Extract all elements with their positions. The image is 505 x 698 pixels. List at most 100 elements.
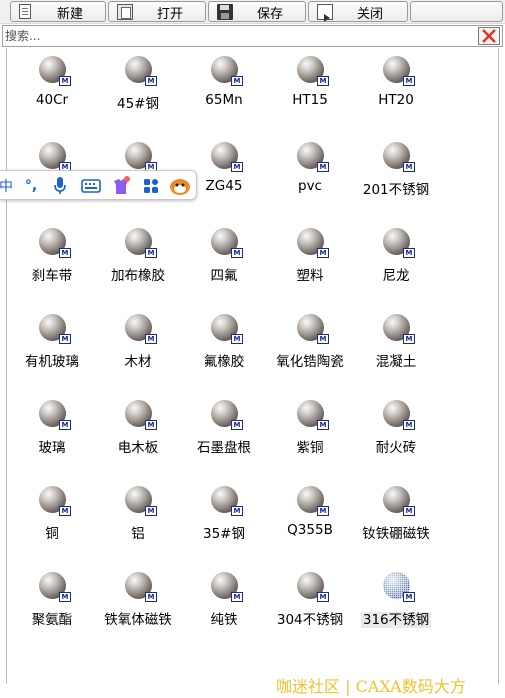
save-disk-icon — [217, 3, 233, 20]
clear-search-button[interactable] — [478, 27, 500, 45]
material-sphere-icon: M — [125, 314, 157, 346]
material-sphere-icon: M — [125, 228, 157, 260]
ime-punct-toggle[interactable]: °, — [22, 175, 40, 197]
material-label: 纯铁 — [210, 612, 238, 628]
save-button-label: 保存 — [257, 7, 284, 22]
material-sphere-icon: M — [125, 572, 157, 604]
material-sphere-icon: M — [383, 400, 415, 432]
material-label: 氟橡胶 — [203, 354, 245, 370]
mic-icon[interactable] — [50, 175, 70, 197]
material-sphere-icon: M — [211, 142, 243, 174]
red-x-icon — [482, 29, 496, 43]
material-label: HT20 — [378, 92, 414, 108]
material-label: 铜 — [45, 526, 59, 542]
material-item[interactable]: M 201不锈钢 — [353, 134, 439, 214]
material-label: 耐火砖 — [375, 440, 417, 456]
mascot-icon[interactable] — [168, 175, 192, 197]
material-item[interactable]: M 纯铁 — [181, 564, 267, 644]
material-sphere-icon: M — [383, 142, 415, 174]
material-label: 201不锈钢 — [362, 182, 430, 198]
material-item[interactable]: M 四氟 — [181, 220, 267, 300]
material-label: 316不锈钢 — [360, 612, 432, 628]
material-sphere-icon: M — [211, 486, 243, 518]
material-sphere-icon: M — [383, 572, 415, 604]
material-item[interactable]: M 45#钢 — [95, 48, 181, 128]
material-sphere-icon: M — [39, 228, 71, 260]
material-label: 刹车带 — [31, 268, 73, 284]
material-sphere-icon: M — [125, 400, 157, 432]
material-label: 塑料 — [296, 268, 324, 284]
material-item[interactable]: M 石墨盘根 — [181, 392, 267, 472]
material-label: 有机玻璃 — [25, 354, 79, 370]
material-item[interactable]: M 玻璃 — [9, 392, 95, 472]
material-sphere-icon: M — [297, 314, 329, 346]
ime-mode-toggle[interactable]: 中 — [0, 175, 14, 197]
material-sphere-icon: M — [383, 486, 415, 518]
material-item[interactable]: M HT15 — [267, 48, 353, 128]
watermark-text: 咖迷社区 | CAXA数码大方 — [276, 677, 466, 696]
material-item[interactable]: M铜 — [9, 478, 95, 558]
material-sphere-icon: M — [297, 228, 329, 260]
material-item[interactable]: M 混凝土 — [353, 306, 439, 386]
save-button[interactable]: 保存 — [208, 1, 306, 22]
material-sphere-icon: M — [297, 56, 329, 88]
material-item[interactable]: M 加布橡胶 — [95, 220, 181, 300]
material-item[interactable]: M 塑料 — [267, 220, 353, 300]
material-label: 尼龙 — [382, 268, 410, 284]
material-sphere-icon: M — [211, 400, 243, 432]
apps-grid-icon[interactable] — [140, 175, 162, 197]
skin-icon[interactable] — [110, 175, 132, 197]
material-item[interactable]: M 铁氧体磁铁 — [95, 564, 181, 644]
material-item[interactable]: M HT20 — [353, 48, 439, 128]
open-button[interactable]: 打开 — [108, 1, 206, 22]
blank-toolbar-button[interactable] — [410, 1, 503, 22]
material-item[interactable]: M 316不锈钢 — [353, 564, 439, 644]
material-item[interactable]: M铝 — [95, 478, 181, 558]
material-item[interactable]: M 氟橡胶 — [181, 306, 267, 386]
material-sphere-icon: M — [211, 56, 243, 88]
new-button[interactable]: 新建 — [10, 1, 106, 22]
material-label: 加布橡胶 — [111, 268, 165, 284]
close-button-label: 关闭 — [357, 7, 384, 22]
material-label: 石墨盘根 — [197, 440, 251, 456]
keyboard-icon[interactable] — [80, 175, 102, 197]
material-label: 四氟 — [210, 268, 238, 284]
material-sphere-icon: M — [39, 56, 71, 88]
material-item[interactable]: M 氧化锆陶瓷 — [267, 306, 353, 386]
material-label: 35#钢 — [203, 526, 245, 542]
new-file-icon — [19, 4, 31, 19]
material-sphere-icon: M — [297, 142, 329, 174]
material-sphere-icon: M — [211, 228, 243, 260]
search-input[interactable] — [5, 27, 470, 45]
material-item[interactable]: M 电木板 — [95, 392, 181, 472]
material-item[interactable]: M 刹车带 — [9, 220, 95, 300]
material-grid: M 40Cr M 45#钢 M 65Mn M HT15 M HT20 M M M ZG45 Mpvc M 201… — [6, 48, 499, 684]
material-item[interactable]: M 65Mn — [181, 48, 267, 128]
material-item[interactable]: M 尼龙 — [353, 220, 439, 300]
material-sphere-icon: M — [39, 400, 71, 432]
material-item[interactable]: M 木材 — [95, 306, 181, 386]
search-box — [2, 25, 503, 47]
material-item[interactable]: M 紫铜 — [267, 392, 353, 472]
toolbar: 新建 打开 保存 关闭 — [0, 0, 505, 24]
material-item[interactable]: M 耐火砖 — [353, 392, 439, 472]
new-button-label: 新建 — [57, 7, 84, 22]
material-item[interactable]: M 35#钢 — [181, 478, 267, 558]
material-item[interactable]: M 40Cr — [9, 48, 95, 128]
material-sphere-icon: M — [125, 56, 157, 88]
material-label: 65Mn — [205, 92, 243, 108]
material-item[interactable]: M 钕铁硼磁铁 — [353, 478, 439, 558]
material-sphere-icon: M — [211, 314, 243, 346]
material-sphere-icon: M — [383, 228, 415, 260]
material-item[interactable]: M 304不锈钢 — [267, 564, 353, 644]
material-item[interactable]: Mpvc — [267, 134, 353, 214]
material-item[interactable]: M Q355B — [267, 478, 353, 558]
material-sphere-icon: M — [383, 56, 415, 88]
material-label: 混凝土 — [375, 354, 417, 370]
material-item[interactable]: M 聚氨酯 — [9, 564, 95, 644]
close-button[interactable]: 关闭 — [308, 1, 408, 22]
open-file-icon — [117, 3, 133, 20]
open-button-label: 打开 — [157, 7, 184, 22]
material-label: 聚氨酯 — [31, 612, 73, 628]
material-item[interactable]: M 有机玻璃 — [9, 306, 95, 386]
